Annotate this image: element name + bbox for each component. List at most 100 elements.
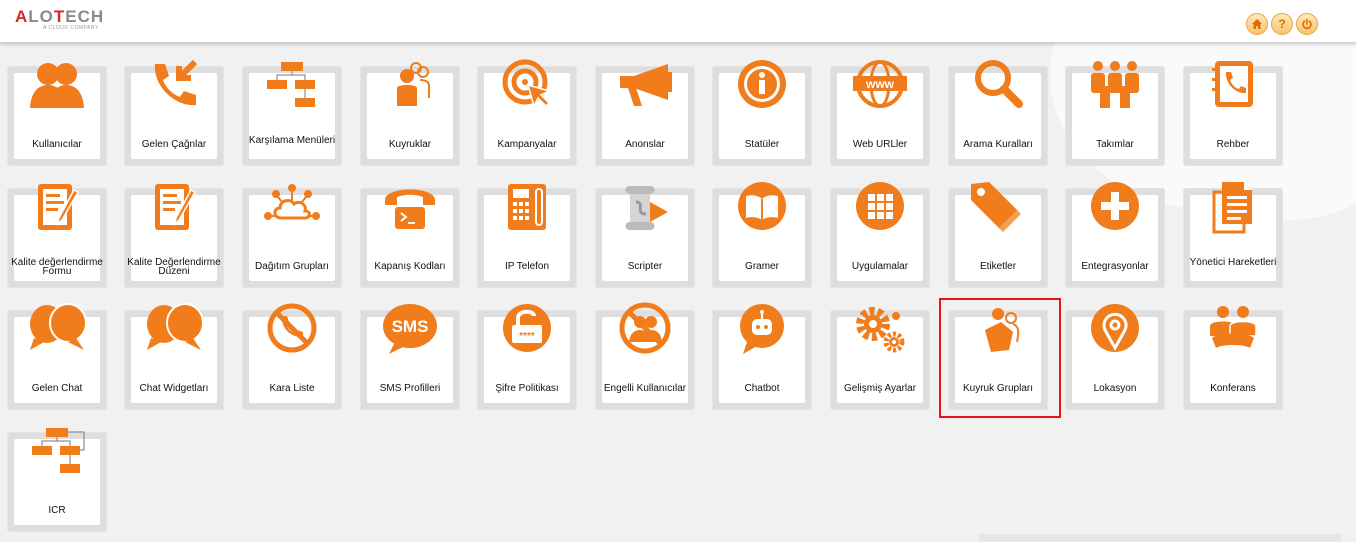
tile-label: Kalite Değerlendirme Düzeni bbox=[127, 257, 221, 277]
sms-bubble-icon: SMS bbox=[381, 302, 439, 356]
tile-label: Kuyruklar bbox=[388, 139, 432, 150]
tile-kuyruklar[interactable]: Kuyruklar bbox=[360, 62, 460, 166]
gears-icon bbox=[851, 302, 909, 356]
bottom-scroll-strip bbox=[978, 534, 1342, 542]
tile-label: IP Telefon bbox=[504, 261, 550, 272]
tile-label: Şifre Politikası bbox=[495, 383, 559, 394]
tile-label: Kalite değerlendirme Formu bbox=[11, 257, 103, 277]
selection-highlight bbox=[939, 298, 1061, 418]
chatbot-icon bbox=[733, 302, 791, 356]
form-edit-icon bbox=[145, 180, 203, 234]
megaphone-icon bbox=[616, 58, 674, 112]
flowchart-icon bbox=[263, 58, 321, 112]
tile-kampanyalar[interactable]: Kampanyalar bbox=[477, 59, 577, 166]
phonebook-icon bbox=[1204, 58, 1262, 112]
tile-label: Lokasyon bbox=[1093, 383, 1137, 394]
tile-label: Konferans bbox=[1210, 383, 1256, 394]
tile-etiketler[interactable]: Etiketler bbox=[948, 182, 1048, 288]
tile-yonetici-hareketleri[interactable]: Yönetici Hareketleri bbox=[1183, 182, 1283, 288]
book-icon bbox=[733, 180, 791, 234]
tile-statuler[interactable]: Statüler bbox=[712, 60, 812, 166]
incoming-call-icon bbox=[145, 58, 203, 112]
tile-rehber[interactable]: Rehber bbox=[1183, 61, 1283, 166]
alotech-logo[interactable]: ALOTECH A CLOUD COMPANY bbox=[15, 8, 104, 31]
logo-tagline: A CLOUD COMPANY bbox=[43, 25, 99, 31]
tile-kalite-degerlendirme-duzeni[interactable]: Kalite Değerlendirme Düzeni bbox=[124, 184, 224, 288]
svg-text:www: www bbox=[865, 77, 895, 91]
tile-label: Kampanyalar bbox=[497, 139, 557, 150]
search-icon bbox=[969, 58, 1027, 112]
tile-label: Dağıtım Grupları bbox=[255, 261, 329, 272]
info-icon bbox=[733, 58, 791, 112]
home-icon bbox=[1252, 19, 1262, 29]
logout-button[interactable] bbox=[1296, 13, 1318, 35]
form-edit-icon bbox=[28, 180, 86, 234]
tile-kapanis-kodlari[interactable]: Kapanış Kodları bbox=[360, 188, 460, 288]
tile-label: Entegrasyonlar bbox=[1081, 261, 1149, 272]
location-pin-icon bbox=[1086, 302, 1144, 356]
tile-label: Statüler bbox=[744, 139, 780, 150]
tile-label: Karşılama Menüleri bbox=[248, 135, 336, 146]
header-buttons: ? bbox=[1246, 13, 1318, 35]
apps-grid-icon bbox=[851, 180, 909, 234]
tile-uygulamalar[interactable]: Uygulamalar bbox=[830, 182, 930, 288]
tile-icr[interactable]: ICR bbox=[7, 428, 107, 532]
tile-gelen-cagrilar[interactable]: Gelen Çağnlar bbox=[124, 59, 224, 166]
tile-gelen-chat[interactable]: Gelen Chat bbox=[7, 303, 107, 410]
tile-label: Gelişmiş Ayarlar bbox=[843, 383, 917, 394]
tile-label: Scripter bbox=[627, 261, 663, 272]
tile-kalite-degerlendirme-formu[interactable]: Kalite değerlendirme Formu bbox=[7, 184, 107, 288]
tile-entegrasyonlar[interactable]: Entegrasyonlar bbox=[1065, 182, 1165, 288]
tile-chatbot[interactable]: Chatbot bbox=[712, 304, 812, 410]
conference-icon bbox=[1204, 302, 1262, 356]
tile-label: Kapanış Kodları bbox=[374, 261, 446, 272]
help-button[interactable]: ? bbox=[1271, 13, 1293, 35]
tile-konferans[interactable]: Konferans bbox=[1183, 306, 1283, 410]
svg-text:SMS: SMS bbox=[392, 317, 429, 336]
tile-label: Kullanıcılar bbox=[32, 139, 82, 150]
tile-gramer[interactable]: Gramer bbox=[712, 182, 812, 288]
tile-sms-profilleri[interactable]: SMS SMS Profilleri bbox=[360, 304, 460, 410]
tile-web-urller[interactable]: www Web URLler bbox=[830, 60, 930, 166]
plus-circle-icon bbox=[1086, 180, 1144, 234]
users-icon bbox=[28, 58, 86, 112]
team-icon bbox=[1086, 58, 1144, 112]
tile-label: Etiketler bbox=[979, 261, 1017, 272]
tile-lokasyon[interactable]: Lokasyon bbox=[1065, 304, 1165, 410]
tile-anonslar[interactable]: Anonslar bbox=[595, 64, 695, 166]
queue-people-icon bbox=[381, 58, 439, 112]
tile-sifre-politikasi[interactable]: **** Şifre Politikası bbox=[477, 304, 577, 410]
tile-label: Kara Liste bbox=[269, 383, 315, 394]
tile-scripter[interactable]: Scripter bbox=[595, 186, 695, 288]
tile-label: Takımlar bbox=[1096, 139, 1134, 150]
tile-chat-widgetlari[interactable]: Chat Widgetları bbox=[124, 303, 224, 410]
tile-label: Engelli Kullanıcılar bbox=[603, 383, 687, 394]
tile-engelli-kullanicilar[interactable]: Engelli Kullanıcılar bbox=[595, 302, 695, 410]
tile-label: ICR bbox=[48, 505, 66, 516]
tile-karsilama-menuleri[interactable]: Karşılama Menüleri bbox=[242, 62, 342, 166]
tile-label: Arama Kuralları bbox=[963, 139, 1033, 150]
tile-kara-liste[interactable]: Kara Liste bbox=[242, 303, 342, 410]
top-header: ALOTECH A CLOUD COMPANY ? bbox=[0, 0, 1356, 43]
www-globe-icon: www bbox=[851, 58, 909, 112]
home-button[interactable] bbox=[1246, 13, 1268, 35]
power-icon bbox=[1302, 18, 1312, 30]
chat-bubbles-icon bbox=[145, 302, 204, 356]
tile-label: Gelen Chat bbox=[31, 383, 83, 394]
flowchart-icon bbox=[28, 424, 86, 478]
tile-label: Uygulamalar bbox=[851, 261, 909, 272]
tile-label: Web URLler bbox=[852, 139, 908, 150]
target-icon bbox=[498, 58, 556, 112]
tile-gelismis-ayarlar[interactable]: Gelişmiş Ayarlar bbox=[830, 307, 930, 410]
scroll-icon bbox=[616, 180, 674, 234]
tile-takimlar[interactable]: Takımlar bbox=[1065, 61, 1165, 166]
svg-text:****: **** bbox=[519, 331, 535, 342]
tile-dagitim-gruplari[interactable]: Dağıtım Grupları bbox=[242, 184, 342, 288]
blocked-phone-icon bbox=[263, 302, 321, 356]
tile-ip-telefon[interactable]: IP Telefon bbox=[477, 184, 577, 288]
documents-icon bbox=[1204, 180, 1262, 234]
password-lock-icon: **** bbox=[498, 302, 556, 356]
tile-label: Gelen Çağnlar bbox=[141, 139, 207, 150]
tile-kullanicilar[interactable]: Kullanıcılar bbox=[7, 63, 107, 166]
tile-arama-kurallari[interactable]: Arama Kuralları bbox=[948, 60, 1048, 166]
